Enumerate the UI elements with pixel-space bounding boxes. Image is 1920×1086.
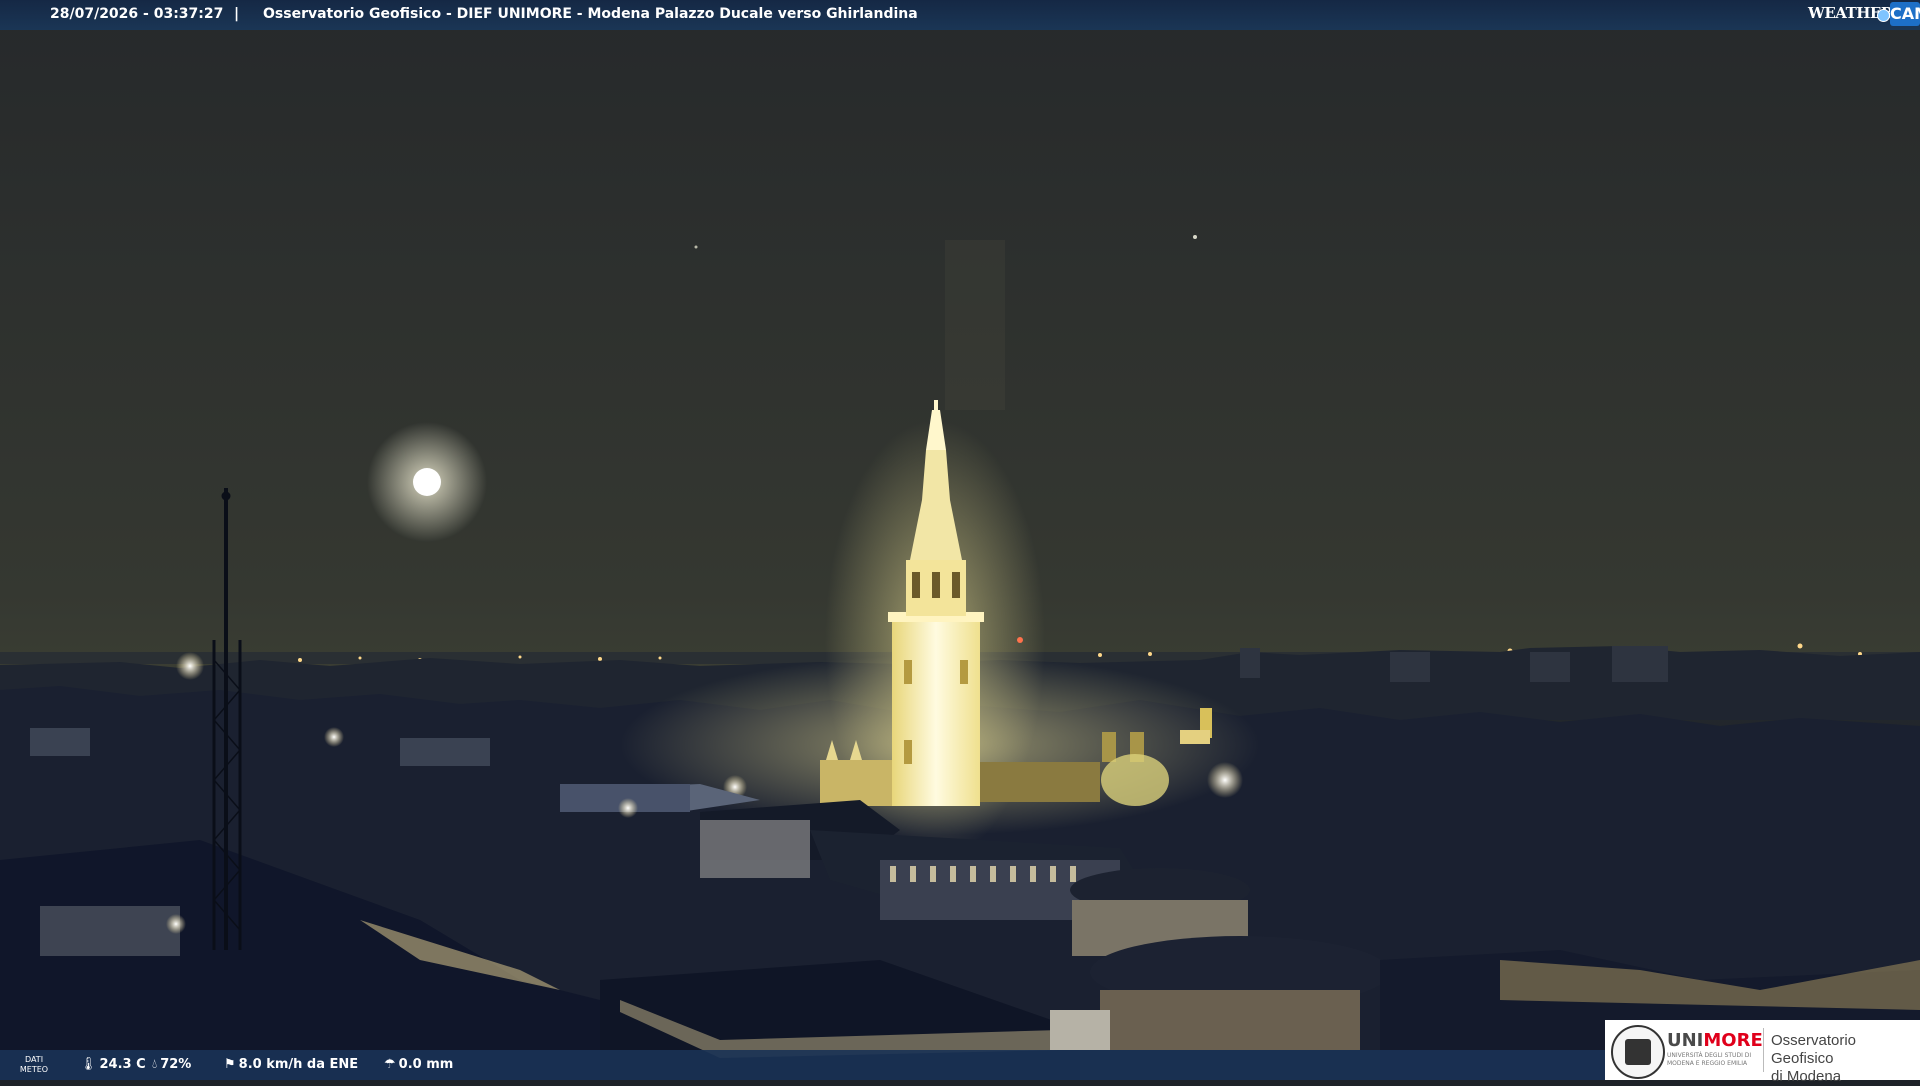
logo-divider: [1763, 1028, 1764, 1072]
thermometer-icon: 🌡︎: [80, 1057, 97, 1072]
cam-wordmark: CAM: [1890, 2, 1920, 26]
camera-title: Osservatorio Geofisico - DIEF UNIMORE - …: [263, 6, 918, 22]
webcam-night-cityscape: [0, 0, 1920, 1080]
lens-reflection: [945, 240, 1005, 410]
weather-data-bar: DATI METEO 🌡︎ 24.3 C 💧︎ 72% ⚑ 8.0 km/h da E…: [0, 1050, 1605, 1080]
street-lamp: [166, 914, 186, 934]
street-lamp: [618, 798, 638, 818]
observatory-name: Osservatorio Geofisico di Modena: [1771, 1032, 1857, 1085]
unimore-wordmark: UNIMORE: [1667, 1030, 1763, 1051]
star: [1193, 235, 1197, 239]
timestamp: 28/07/2026 - 03:37:27: [50, 6, 224, 22]
logo-dot-icon: [1877, 9, 1890, 22]
rain-reading: ☂ 0.0 mm: [384, 1057, 454, 1072]
caption-bar: 28/07/2026 - 03:37:27 | Osservatorio Geo…: [0, 0, 1920, 30]
humidity-reading: 💧︎ 72%: [152, 1057, 192, 1072]
university-seal-icon: [1611, 1025, 1665, 1079]
wind-reading: ⚑ 8.0 km/h da ENE: [224, 1057, 359, 1072]
drop-icon: 💧︎: [152, 1057, 158, 1072]
university-subtitle: UNIVERSITÀ DEGLI STUDI DI MODENA E REGGI…: [1667, 1052, 1752, 1067]
unimore-logo: UNIMORE UNIVERSITÀ DEGLI STUDI DI MODENA…: [1605, 1020, 1920, 1085]
star: [694, 245, 698, 249]
weathercam-logo: WEATHER CAM: [1808, 0, 1920, 30]
caption-separator: |: [234, 6, 240, 22]
moon: [413, 468, 441, 496]
temperature-reading: 🌡︎ 24.3 C: [80, 1057, 146, 1072]
rain-gauge-icon: ☂: [384, 1057, 396, 1072]
windsock-icon: ⚑: [224, 1057, 236, 1072]
weather-data-label: DATI METEO: [19, 1055, 49, 1074]
street-lamp: [176, 652, 204, 680]
street-lamp: [324, 727, 344, 747]
